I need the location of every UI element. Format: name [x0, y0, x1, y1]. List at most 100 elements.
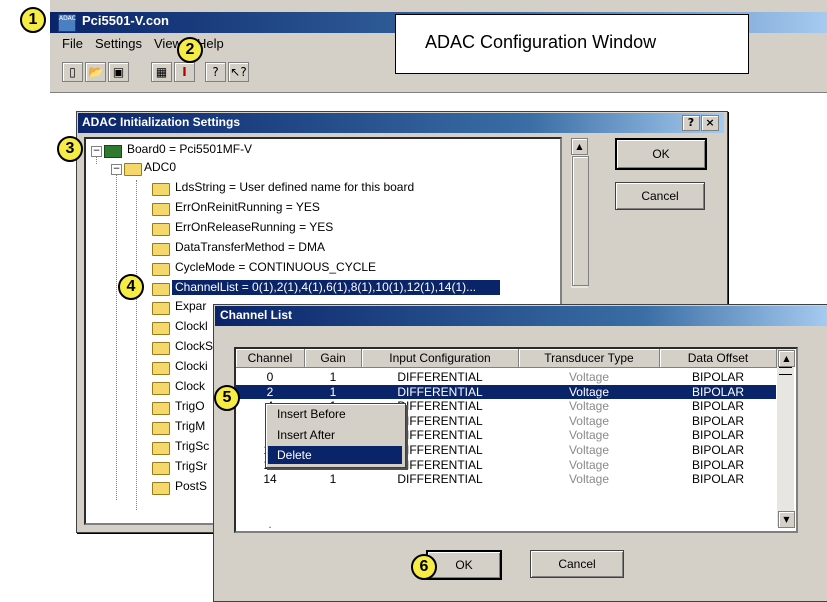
table-cell[interactable]: Voltage — [519, 399, 659, 413]
tree-item[interactable]: ErrOnReinitRunning = YES — [175, 200, 320, 214]
context-help-icon[interactable]: ↖? — [228, 62, 249, 82]
channel-icon[interactable]: I — [174, 62, 195, 82]
open-icon[interactable]: 📂 — [85, 62, 106, 82]
table-cell[interactable]: DIFFERENTIAL — [362, 370, 518, 384]
scroll-up-icon[interactable]: ▲ — [778, 350, 795, 367]
menu-settings[interactable]: Settings — [95, 36, 142, 51]
col-gain[interactable]: Gain — [305, 349, 362, 368]
callout-3: 3 — [57, 136, 83, 162]
save-icon[interactable]: ▣ — [108, 62, 129, 82]
board-icon[interactable]: ▦ — [151, 62, 172, 82]
new-icon[interactable]: ▯ — [62, 62, 83, 82]
window-title: Pci5501-V.con — [82, 13, 169, 28]
channel-dialog-title-bar[interactable] — [215, 306, 827, 326]
init-dialog-title: ADAC Initialization Settings — [82, 115, 241, 129]
scroll-thumb[interactable] — [779, 367, 792, 375]
tree-item[interactable]: Clock — [175, 379, 205, 393]
table-cell[interactable]: BIPOLAR — [660, 370, 776, 384]
tree-item[interactable]: Expar — [175, 299, 206, 313]
tree-item[interactable]: ErrOnReleaseRunning = YES — [175, 220, 333, 234]
tree-item[interactable]: DataTransferMethod = DMA — [175, 240, 325, 254]
col-data-offset[interactable]: Data Offset — [660, 349, 777, 368]
table-cell[interactable]: 0 — [236, 370, 304, 384]
channel-ok-button[interactable]: OK — [426, 550, 502, 580]
table-cell[interactable]: Voltage — [519, 385, 659, 399]
col-input-configuration[interactable]: Input Configuration — [362, 349, 519, 368]
folder-icon — [152, 382, 170, 395]
tree-line — [116, 170, 118, 500]
table-cell[interactable]: 1 — [305, 385, 361, 399]
grid-scrollbar[interactable] — [777, 349, 794, 527]
table-cell[interactable]: DIFFERENTIAL — [362, 385, 518, 399]
app-icon-label: ADAC — [59, 15, 76, 22]
table-cell[interactable]: BIPOLAR — [660, 428, 776, 442]
table-row-partial: . — [268, 517, 272, 531]
scroll-up-icon[interactable]: ▲ — [571, 138, 588, 155]
table-cell[interactable]: Voltage — [519, 414, 659, 428]
folder-icon — [152, 461, 170, 475]
folder-icon — [152, 222, 170, 236]
table-cell[interactable]: BIPOLAR — [660, 472, 776, 486]
tree-root[interactable]: Board0 = Pci5501MF-V — [127, 142, 252, 156]
table-cell[interactable]: Voltage — [519, 443, 659, 457]
folder-icon — [152, 322, 170, 336]
tree-item[interactable]: LdsString = User defined name for this b… — [175, 180, 414, 194]
table-cell[interactable]: 1 — [305, 472, 361, 486]
col-channel[interactable]: Channel — [236, 349, 305, 368]
table-cell[interactable]: BIPOLAR — [660, 414, 776, 428]
tree-adc[interactable]: ADC0 — [144, 160, 176, 174]
board-icon — [104, 145, 122, 158]
folder-icon — [124, 163, 142, 176]
table-cell[interactable]: 1 — [305, 370, 361, 384]
tree-item[interactable]: CycleMode = CONTINUOUS_CYCLE — [175, 260, 376, 274]
close-icon[interactable]: × — [701, 115, 719, 131]
collapse-icon[interactable]: − — [111, 164, 122, 175]
tree-item[interactable]: TrigO — [175, 399, 205, 413]
folder-icon — [152, 441, 170, 455]
channel-cancel-button[interactable]: Cancel — [530, 550, 624, 578]
table-cell[interactable]: Voltage — [519, 458, 659, 472]
table-cell[interactable]: BIPOLAR — [660, 399, 776, 413]
table-cell[interactable]: Voltage — [519, 472, 659, 486]
menu-insert-before[interactable]: Insert Before — [267, 405, 411, 423]
channel-dialog-title: Channel List — [220, 308, 293, 322]
tree-item[interactable]: Clockl — [175, 319, 208, 333]
folder-icon — [152, 242, 170, 256]
table-cell[interactable]: BIPOLAR — [660, 385, 776, 399]
folder-icon — [152, 342, 170, 356]
tree-item[interactable]: Clocki — [175, 359, 208, 373]
tree-item[interactable]: PostS — [175, 479, 207, 493]
folder-icon — [152, 262, 170, 276]
table-cell[interactable]: 2 — [236, 385, 304, 399]
tree-item[interactable]: ChannelList = 0(1),2(1),4(1),6(1),8(1),1… — [175, 280, 476, 294]
annotation-note: ADAC Configuration Window — [425, 32, 657, 52]
scroll-thumb[interactable] — [572, 156, 589, 286]
tree-line — [136, 180, 138, 510]
menu-file[interactable]: File — [62, 36, 83, 51]
table-cell[interactable]: BIPOLAR — [660, 458, 776, 472]
table-cell[interactable]: Voltage — [519, 428, 659, 442]
folder-icon — [152, 183, 170, 196]
menu-insert-after[interactable]: Insert After — [267, 426, 411, 444]
table-cell[interactable]: 14 — [236, 472, 304, 486]
collapse-icon[interactable]: − — [91, 146, 102, 157]
init-ok-button[interactable]: OK — [615, 138, 707, 170]
table-cell[interactable]: DIFFERENTIAL — [362, 472, 518, 486]
table-cell[interactable]: Voltage — [519, 370, 659, 384]
tree-item[interactable]: ClockS — [175, 339, 213, 353]
init-cancel-button[interactable]: Cancel — [615, 182, 705, 210]
callout-4: 4 — [118, 274, 144, 300]
scroll-down-icon[interactable]: ▼ — [778, 511, 795, 528]
callout-2: 2 — [177, 37, 203, 63]
col-transducer-type[interactable]: Transducer Type — [519, 349, 660, 368]
menu-delete[interactable]: Delete — [267, 446, 411, 464]
tree-item[interactable]: TrigSc — [175, 439, 209, 453]
folder-icon — [152, 282, 170, 296]
help-icon[interactable]: ? — [205, 62, 226, 82]
tree-item[interactable]: TrigM — [175, 419, 205, 433]
callout-6: 6 — [411, 554, 437, 580]
tree-item[interactable]: TrigSr — [175, 459, 207, 473]
folder-icon — [152, 481, 170, 495]
table-cell[interactable]: BIPOLAR — [660, 443, 776, 457]
help-icon[interactable]: ? — [682, 115, 700, 131]
